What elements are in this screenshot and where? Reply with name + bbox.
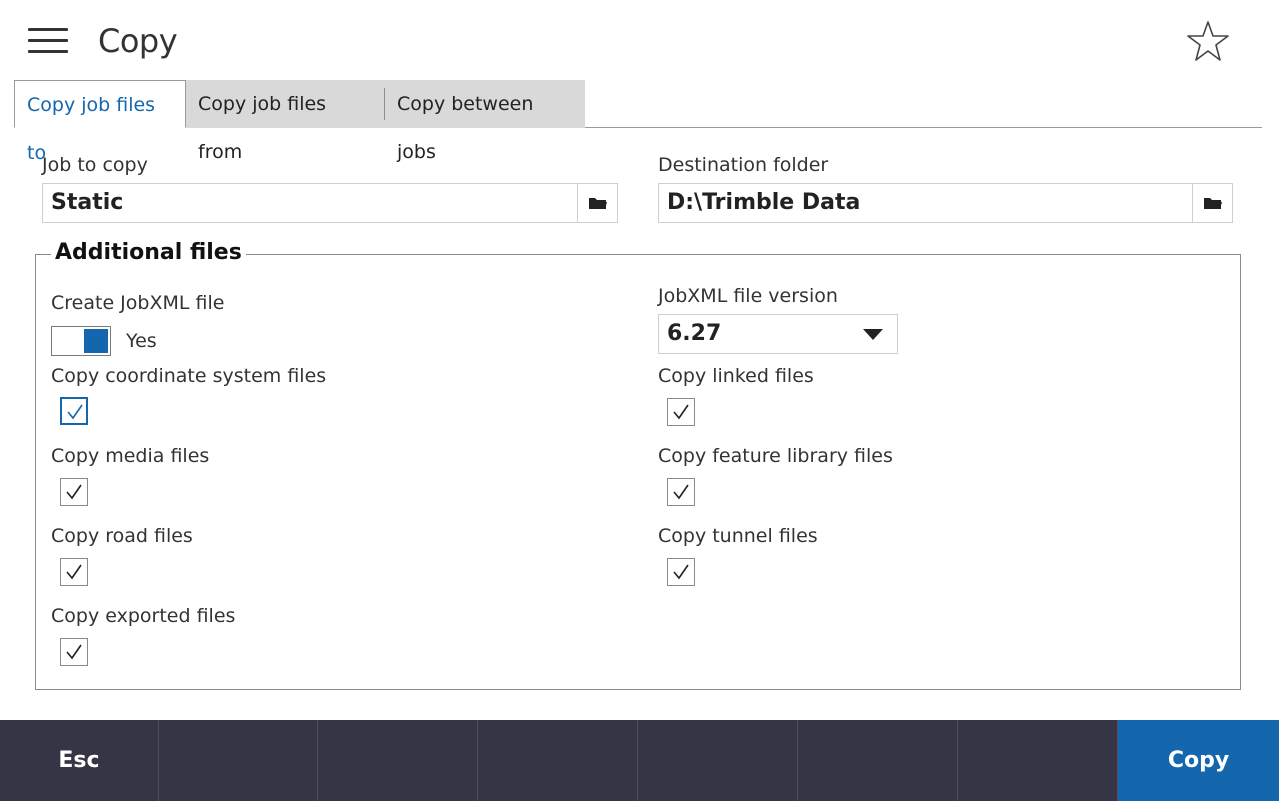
esc-button[interactable]: Esc [0, 720, 159, 801]
folder-browse-icon[interactable] [577, 184, 617, 222]
copy-exported-files-label: Copy exported files [51, 605, 236, 627]
job-to-copy-label: Job to copy [42, 154, 148, 176]
create-jobxml-toggle[interactable] [51, 326, 111, 356]
destination-folder-value: D:\Trimble Data [667, 190, 861, 215]
copy-coordinate-system-label: Copy coordinate system files [51, 365, 327, 387]
copy-road-files-label: Copy road files [51, 525, 193, 547]
copy-media-files-label: Copy media files [51, 445, 210, 467]
additional-files-title: Additional files [51, 240, 246, 265]
page-title: Copy [98, 22, 178, 60]
jobxml-version-label: JobXML file version [658, 285, 838, 307]
jobxml-version-value: 6.27 [667, 321, 722, 346]
star-icon[interactable] [1186, 20, 1230, 62]
job-to-copy-value: Static [51, 190, 124, 215]
folder-browse-icon[interactable] [1192, 184, 1232, 222]
copy-media-files-checkbox[interactable] [60, 478, 88, 506]
copy-road-files-checkbox[interactable] [60, 558, 88, 586]
dropdown-arrow-icon [863, 329, 883, 340]
destination-folder-label: Destination folder [658, 154, 829, 176]
copy-coordinate-system-checkbox[interactable] [60, 397, 88, 425]
softkey-empty-5[interactable] [639, 720, 798, 801]
create-jobxml-label: Create JobXML file [51, 292, 225, 314]
tab-bar: Copy job files to Copy job files from Co… [14, 80, 1262, 164]
create-jobxml-state: Yes [126, 330, 157, 352]
tab-copy-job-files-from[interactable]: Copy job files from [186, 80, 385, 163]
copy-exported-files-checkbox[interactable] [60, 638, 88, 666]
copy-feature-library-label: Copy feature library files [658, 445, 893, 467]
tab-copy-between-jobs[interactable]: Copy between jobs [385, 80, 585, 163]
job-to-copy-field[interactable]: Static [42, 183, 618, 223]
softkey-empty-3[interactable] [319, 720, 478, 801]
softkey-empty-6[interactable] [799, 720, 958, 801]
copy-linked-files-checkbox[interactable] [667, 398, 695, 426]
hamburger-menu-icon[interactable] [28, 28, 68, 54]
copy-tunnel-files-label: Copy tunnel files [658, 525, 818, 547]
copy-tunnel-files-checkbox[interactable] [667, 558, 695, 586]
softkey-empty-4[interactable] [479, 720, 638, 801]
softkey-empty-2[interactable] [159, 720, 318, 801]
jobxml-version-dropdown[interactable]: 6.27 [658, 314, 898, 354]
softkey-empty-7[interactable] [959, 720, 1118, 801]
copy-feature-library-checkbox[interactable] [667, 478, 695, 506]
softkey-bar: Esc Copy [0, 720, 1279, 801]
tab-copy-job-files-to[interactable]: Copy job files to [14, 80, 186, 164]
copy-linked-files-label: Copy linked files [658, 365, 814, 387]
toggle-knob [84, 329, 108, 353]
destination-folder-field[interactable]: D:\Trimble Data [658, 183, 1233, 223]
copy-button[interactable]: Copy [1118, 720, 1279, 801]
